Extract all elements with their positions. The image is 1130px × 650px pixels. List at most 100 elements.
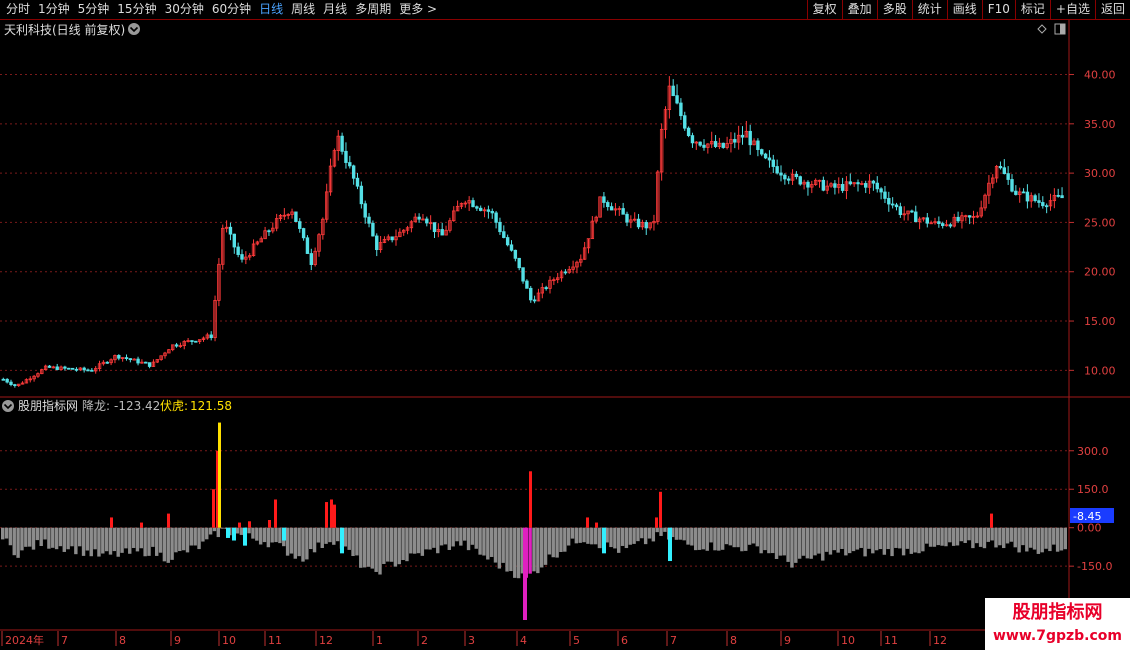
period-tab-1[interactable]: 1分钟 <box>34 0 74 19</box>
candle <box>602 192 606 208</box>
tool-tab-7[interactable]: +自选 <box>1049 0 1095 19</box>
red-bar <box>167 513 170 528</box>
title-dropdown-icon[interactable] <box>128 23 140 35</box>
histogram-bar <box>235 527 240 534</box>
period-tab-6[interactable]: 日线 <box>255 0 287 19</box>
candle <box>694 141 698 150</box>
tool-tabs: 复权 叠加 多股 统计 画线 F10 标记 +自选 返回 <box>806 0 1130 19</box>
tool-tab-8[interactable]: 返回 <box>1094 0 1130 19</box>
candle <box>579 254 583 267</box>
period-tab-10[interactable]: 更多 > <box>395 0 441 19</box>
candle <box>151 359 156 367</box>
period-tab-8[interactable]: 月线 <box>319 0 351 19</box>
candle <box>448 217 452 233</box>
histogram-bar <box>1044 527 1048 549</box>
tool-tab-6[interactable]: 标记 <box>1014 0 1050 19</box>
histogram-bar <box>882 527 887 555</box>
candle <box>582 241 587 260</box>
candle <box>363 200 367 224</box>
candle <box>47 365 52 368</box>
candle <box>571 260 575 274</box>
histogram-bar <box>258 527 263 545</box>
histogram-bar <box>455 527 459 542</box>
candle <box>613 203 618 216</box>
histogram-bar <box>516 527 521 579</box>
histogram-bar <box>101 527 105 554</box>
kline-chart[interactable]: 天利科技(日线 前复权) 40.0035.0030.0025.0020.0015… <box>0 20 1130 650</box>
histogram-bar <box>821 527 825 561</box>
histogram-bar <box>597 527 602 549</box>
histogram-bar <box>81 527 86 556</box>
candle <box>563 269 568 275</box>
tool-tab-3[interactable]: 统计 <box>911 0 947 19</box>
histogram-bar <box>270 527 274 543</box>
histogram-bar <box>720 527 725 550</box>
candle <box>721 142 725 149</box>
candle <box>590 216 595 240</box>
histogram-bar <box>732 527 736 548</box>
tool-tab-5[interactable]: F10 <box>981 0 1015 19</box>
watermark-line1: 股朋指标网 <box>1012 602 1103 623</box>
red-bar <box>529 471 532 528</box>
candle <box>117 354 121 361</box>
histogram-bar <box>474 527 478 549</box>
tool-tab-4[interactable]: 画线 <box>946 0 982 19</box>
time-tick-label: 4 <box>520 634 527 647</box>
tool-tab-1[interactable]: 叠加 <box>841 0 877 19</box>
period-tab-2[interactable]: 5分钟 <box>74 0 114 19</box>
histogram-bar <box>489 527 494 557</box>
period-tab-3[interactable]: 15分钟 <box>113 0 160 19</box>
histogram-bar <box>470 527 475 545</box>
candle <box>170 344 175 352</box>
candle <box>783 173 787 185</box>
candle <box>351 164 356 185</box>
candle <box>933 217 937 225</box>
histogram-bar <box>724 527 729 545</box>
histogram-bar <box>47 527 51 549</box>
histogram-bar <box>62 527 66 552</box>
histogram-bar <box>663 527 667 532</box>
histogram-bar <box>12 527 16 556</box>
tool-tab-2[interactable]: 多股 <box>876 0 912 19</box>
histogram-bar <box>486 527 490 560</box>
window-toggle-icon[interactable] <box>1054 23 1066 35</box>
histogram-bar <box>794 527 798 563</box>
histogram-bar <box>955 527 960 546</box>
diamond-icon[interactable] <box>1037 24 1047 34</box>
histogram-bar <box>104 527 109 552</box>
histogram-bar <box>817 527 821 554</box>
histogram-bar <box>189 527 194 546</box>
indicator-dropdown-icon[interactable] <box>2 400 14 412</box>
candle <box>136 356 140 366</box>
candle <box>94 366 98 374</box>
period-tab-9[interactable]: 多周期 <box>351 0 395 19</box>
histogram-bar <box>978 527 983 547</box>
candle <box>667 76 672 119</box>
candle <box>413 213 417 223</box>
candle <box>771 154 775 173</box>
candle <box>787 176 791 185</box>
candle <box>355 172 360 190</box>
time-tick-label: 12 <box>319 634 333 647</box>
candle <box>267 229 271 236</box>
red-bar <box>268 520 271 528</box>
histogram-bar <box>1025 527 1029 552</box>
histogram-bar <box>613 527 617 549</box>
histogram-bar <box>655 527 659 533</box>
histogram-bar <box>570 527 575 539</box>
period-tab-0[interactable]: 分时 <box>2 0 34 19</box>
period-tab-5[interactable]: 60分钟 <box>208 0 255 19</box>
red-bar <box>248 521 251 528</box>
histogram-bar <box>1032 527 1037 550</box>
period-tab-7[interactable]: 周线 <box>287 0 319 19</box>
candle <box>659 123 664 181</box>
candle <box>436 223 441 238</box>
period-tab-4[interactable]: 30分钟 <box>161 0 208 19</box>
histogram-bar <box>155 527 159 556</box>
candle <box>698 141 702 147</box>
cyan-bar <box>340 527 344 554</box>
candle <box>97 360 102 372</box>
candle <box>428 215 433 230</box>
histogram-bar <box>181 527 186 551</box>
tool-tab-0[interactable]: 复权 <box>806 0 842 19</box>
